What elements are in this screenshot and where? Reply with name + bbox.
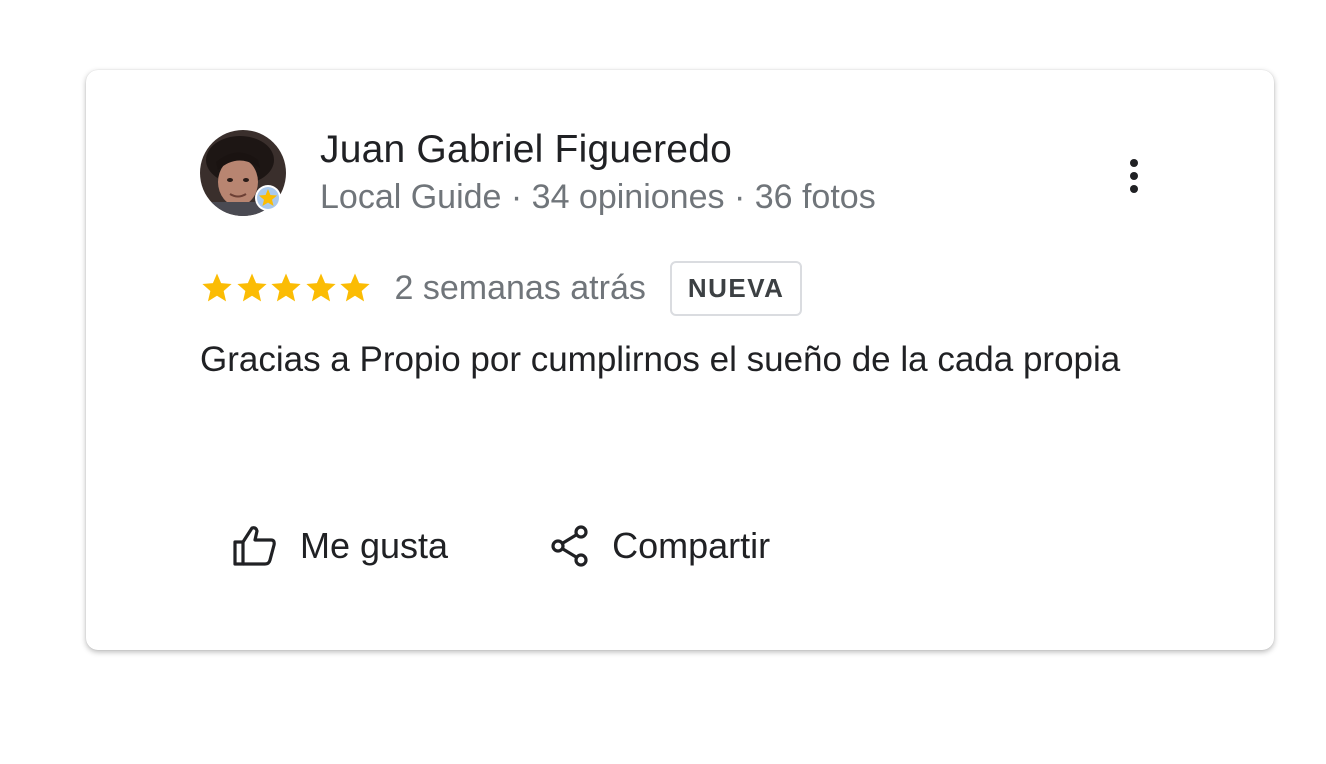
review-card: Juan Gabriel Figueredo Local Guide · 34 … [86, 70, 1274, 650]
like-label: Me gusta [300, 525, 449, 566]
thumb-up-icon [233, 526, 276, 566]
review-date: 2 semanas atrás [394, 268, 646, 307]
share-button[interactable]: Compartir [550, 518, 770, 574]
review-actions: Me gusta Compartir [232, 518, 770, 574]
local-guide-badge-icon [254, 184, 282, 212]
like-button[interactable]: Me gusta [232, 518, 448, 574]
star-icon [236, 273, 267, 302]
rating-row: 2 semanas atrás NUEVA [200, 260, 803, 316]
star-icon [340, 273, 370, 302]
star-icon [271, 273, 301, 302]
share-icon [551, 525, 588, 567]
star-rating [200, 271, 373, 305]
author-meta: Local Guide · 34 opiniones · 36 fotos [320, 178, 876, 216]
star-icon [202, 273, 232, 302]
author-name[interactable]: Juan Gabriel Figueredo [320, 128, 732, 172]
new-badge: NUEVA [669, 260, 803, 316]
star-icon [305, 273, 336, 302]
review-text: Gracias a Propio por cumplirnos el sueño… [200, 340, 1121, 379]
more-vert-icon [1130, 159, 1138, 193]
share-label: Compartir [612, 525, 771, 566]
more-options-button[interactable] [1112, 154, 1156, 198]
